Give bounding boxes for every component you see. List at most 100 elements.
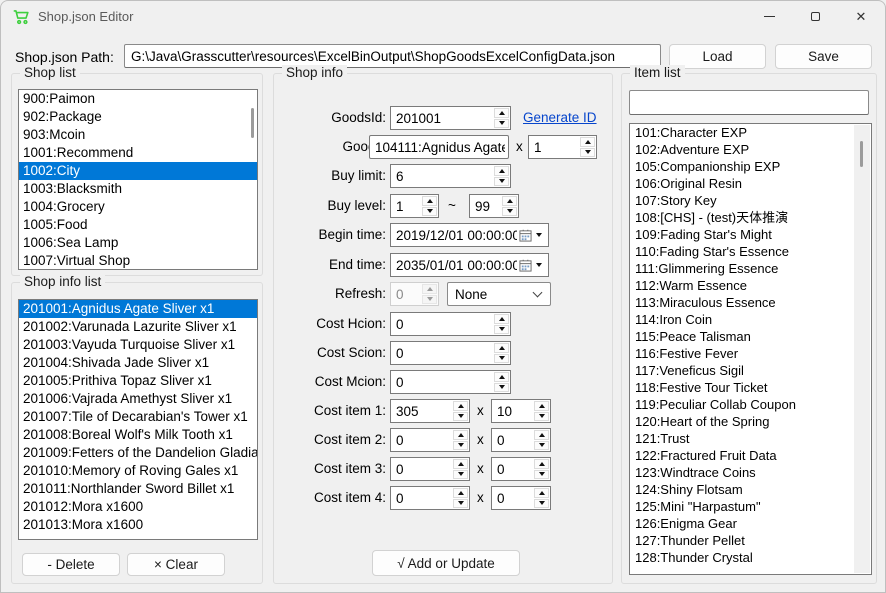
cost-item-3-id-input[interactable] xyxy=(391,458,452,480)
item-list-item[interactable]: 128:Thunder Crystal xyxy=(630,549,871,566)
goods-input[interactable] xyxy=(369,135,509,159)
item-list-item[interactable]: 114:Iron Coin xyxy=(630,311,871,328)
shop-list-item[interactable]: 1002:City xyxy=(19,162,257,180)
item-list-item[interactable]: 106:Original Resin xyxy=(630,175,871,192)
shop-list-item[interactable]: 1005:Food xyxy=(19,216,257,234)
spin-up-button[interactable] xyxy=(580,137,595,147)
cost-item-1-id-input[interactable] xyxy=(391,400,452,422)
shop-info-list-item[interactable]: 201007:Tile of Decarabian's Tower x1 xyxy=(19,408,257,426)
spin-up-button[interactable] xyxy=(534,401,549,411)
cost-item-2-count-input[interactable] xyxy=(492,429,533,451)
spin-down-button[interactable] xyxy=(494,325,509,335)
cost-hcion-input[interactable] xyxy=(391,313,493,335)
shop-list-item[interactable]: 902:Package xyxy=(19,108,257,126)
shop-info-list-item[interactable]: 201008:Boreal Wolf's Milk Tooth x1 xyxy=(19,426,257,444)
shop-info-list-item[interactable]: 201010:Memory of Roving Gales x1 xyxy=(19,462,257,480)
shop-list-scrollbar-thumb[interactable] xyxy=(251,108,254,138)
maximize-button[interactable] xyxy=(792,1,838,31)
spin-down-button[interactable] xyxy=(580,148,595,158)
item-list-item[interactable]: 122:Fractured Fruit Data xyxy=(630,447,871,464)
item-list-scrollbar-track[interactable] xyxy=(854,125,870,573)
spin-down-button[interactable] xyxy=(502,207,517,217)
item-list-item[interactable]: 110:Fading Star's Essence xyxy=(630,243,871,260)
item-list-item[interactable]: 125:Mini "Harpastum" xyxy=(630,498,871,515)
spin-down-button[interactable] xyxy=(534,441,549,451)
item-list-item[interactable]: 101:Character EXP xyxy=(630,124,871,141)
spin-up-button[interactable] xyxy=(494,343,509,353)
shop-info-list-item[interactable]: 201005:Prithiva Topaz Sliver x1 xyxy=(19,372,257,390)
item-list-item[interactable]: 123:Windtrace Coins xyxy=(630,464,871,481)
item-list-item[interactable]: 121:Trust xyxy=(630,430,871,447)
spin-up-button[interactable] xyxy=(534,488,549,498)
minimize-button[interactable] xyxy=(746,1,792,31)
begin-time-input[interactable] xyxy=(391,224,519,246)
shop-list-item[interactable]: 1006:Sea Lamp xyxy=(19,234,257,252)
generate-id-link[interactable]: Generate ID xyxy=(523,110,597,125)
spin-up-button[interactable] xyxy=(453,401,468,411)
shop-list-item[interactable]: 1004:Grocery xyxy=(19,198,257,216)
spin-up-button[interactable] xyxy=(494,314,509,324)
shop-list-item[interactable]: 1001:Recommend xyxy=(19,144,257,162)
save-button[interactable]: Save xyxy=(775,44,872,69)
add-or-update-button[interactable]: √ Add or Update xyxy=(372,550,520,576)
dropdown-arrow-icon[interactable] xyxy=(536,233,542,237)
cost-item-3-count-input[interactable] xyxy=(492,458,533,480)
spin-down-button[interactable] xyxy=(453,412,468,422)
close-button[interactable]: ✕ xyxy=(838,1,884,31)
spin-down-button[interactable] xyxy=(494,119,509,129)
shop-list-item[interactable]: 1003:Blacksmith xyxy=(19,180,257,198)
clear-button[interactable]: × Clear xyxy=(127,553,225,576)
spin-up-button[interactable] xyxy=(502,196,517,206)
cost-item-4-count-input[interactable] xyxy=(492,487,533,509)
item-list-item[interactable]: 124:Shiny Flotsam xyxy=(630,481,871,498)
item-list-item[interactable]: 118:Festive Tour Ticket xyxy=(630,379,871,396)
spin-up-button[interactable] xyxy=(534,459,549,469)
item-list-item[interactable]: 102:Adventure EXP xyxy=(630,141,871,158)
spin-down-button[interactable] xyxy=(453,470,468,480)
shop-info-list-item[interactable]: 201006:Vajrada Amethyst Sliver x1 xyxy=(19,390,257,408)
spin-down-button[interactable] xyxy=(534,499,549,509)
item-list-item[interactable]: 120:Heart of the Spring xyxy=(630,413,871,430)
item-list-item[interactable]: 115:Peace Talisman xyxy=(630,328,871,345)
spin-down-button[interactable] xyxy=(494,177,509,187)
spin-down-button[interactable] xyxy=(453,441,468,451)
spin-up-button[interactable] xyxy=(453,488,468,498)
spin-up-button[interactable] xyxy=(494,166,509,176)
buy-limit-input[interactable] xyxy=(391,165,493,187)
path-input[interactable] xyxy=(124,44,661,68)
spin-up-button[interactable] xyxy=(453,430,468,440)
item-list-scrollbar-thumb[interactable] xyxy=(860,141,863,167)
item-list-item[interactable]: 108:[CHS] - (test)天体推演 xyxy=(630,209,871,226)
goods-count-input[interactable] xyxy=(529,136,579,158)
shop-info-list-item[interactable]: 201001:Agnidus Agate Sliver x1 xyxy=(19,300,257,318)
shop-info-list-item[interactable]: 201011:Northlander Sword Billet x1 xyxy=(19,480,257,498)
shop-info-list-item[interactable]: 201013:Mora x1600 xyxy=(19,516,257,534)
spin-up-button[interactable] xyxy=(453,459,468,469)
spin-up-button[interactable] xyxy=(422,196,437,206)
spin-down-button[interactable] xyxy=(494,383,509,393)
buy-level-max-input[interactable] xyxy=(470,195,501,217)
item-list-item[interactable]: 111:Glimmering Essence xyxy=(630,260,871,277)
item-list-item[interactable]: 126:Enigma Gear xyxy=(630,515,871,532)
spin-down-button[interactable] xyxy=(422,207,437,217)
shop-list-item[interactable]: 1007:Virtual Shop xyxy=(19,252,257,270)
shop-list-item[interactable]: 900:Paimon xyxy=(19,90,257,108)
shop-info-list[interactable]: 201001:Agnidus Agate Sliver x1 201002:Va… xyxy=(18,299,258,540)
item-list-item[interactable]: 119:Peculiar Collab Coupon xyxy=(630,396,871,413)
item-list-item[interactable]: 109:Fading Star's Might xyxy=(630,226,871,243)
cost-item-4-id-input[interactable] xyxy=(391,487,452,509)
spin-up-button[interactable] xyxy=(494,108,509,118)
shop-info-list-item[interactable]: 201009:Fetters of the Dandelion Gladiato xyxy=(19,444,257,462)
end-time-input[interactable] xyxy=(391,254,519,276)
item-list[interactable]: 101:Character EXP 102:Adventure EXP 105:… xyxy=(629,123,872,575)
cost-scion-input[interactable] xyxy=(391,342,493,364)
item-search-input[interactable] xyxy=(629,90,869,115)
shop-info-list-item[interactable]: 201004:Shivada Jade Sliver x1 xyxy=(19,354,257,372)
spin-down-button[interactable] xyxy=(534,412,549,422)
item-list-item[interactable]: 112:Warm Essence xyxy=(630,277,871,294)
end-time-picker[interactable] xyxy=(390,253,549,277)
item-list-item[interactable]: 127:Thunder Pellet xyxy=(630,532,871,549)
shop-list-item[interactable]: 903:Mcoin xyxy=(19,126,257,144)
cost-item-1-count-input[interactable] xyxy=(492,400,533,422)
delete-button[interactable]: - Delete xyxy=(22,553,120,576)
